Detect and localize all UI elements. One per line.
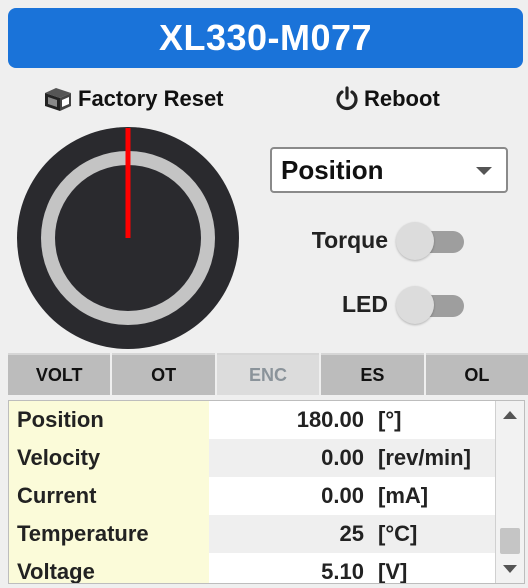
table-row: Current 0.00 [mA] bbox=[9, 477, 524, 515]
device-title: XL330-M077 bbox=[158, 17, 373, 58]
row-name: Velocity bbox=[9, 439, 209, 477]
led-switch-thumb[interactable] bbox=[396, 286, 434, 324]
row-name: Temperature bbox=[9, 515, 209, 553]
torque-toggle-row: Torque bbox=[300, 220, 466, 260]
box-icon bbox=[42, 85, 74, 113]
mode-select[interactable]: Position bbox=[270, 147, 508, 193]
factory-reset-label: Factory Reset bbox=[78, 86, 224, 111]
tab-volt[interactable]: VOLT bbox=[8, 353, 111, 395]
row-name: Position bbox=[9, 401, 209, 439]
row-unit: [rev/min] bbox=[378, 445, 471, 470]
reboot-button[interactable]: Reboot bbox=[334, 84, 440, 114]
tab-enc[interactable]: ENC bbox=[216, 353, 320, 395]
row-unit: [°C] bbox=[378, 521, 418, 546]
row-unit: [V] bbox=[378, 559, 408, 584]
row-unit: [mA] bbox=[378, 483, 429, 508]
arrow-down-icon bbox=[503, 565, 517, 573]
row-name: Voltage bbox=[9, 553, 209, 583]
row-name: Current bbox=[9, 477, 209, 515]
reboot-label: Reboot bbox=[364, 86, 440, 111]
row-value: 0.00 bbox=[321, 483, 364, 508]
table-row: Velocity 0.00 [rev/min] bbox=[9, 439, 524, 477]
table-row: Voltage 5.10 [V] bbox=[9, 553, 524, 584]
table-row: Position 180.00 [°] bbox=[9, 401, 524, 439]
scroll-up-button[interactable] bbox=[496, 403, 524, 427]
scroll-thumb[interactable] bbox=[500, 528, 520, 554]
power-icon bbox=[334, 86, 360, 112]
device-title-bar: XL330-M077 bbox=[8, 8, 523, 68]
led-label: LED bbox=[342, 290, 388, 317]
scroll-down-button[interactable] bbox=[496, 557, 524, 581]
row-value: 0.00 bbox=[321, 445, 364, 470]
status-table[interactable]: Position 180.00 [°] Velocity 0.00 [rev/m… bbox=[8, 400, 525, 584]
chevron-down-icon bbox=[476, 167, 492, 175]
factory-reset-button[interactable]: Factory Reset bbox=[42, 84, 224, 114]
torque-switch[interactable] bbox=[396, 220, 466, 260]
led-switch[interactable] bbox=[396, 284, 466, 324]
tab-ol[interactable]: OL bbox=[425, 353, 528, 395]
table-scrollbar[interactable] bbox=[495, 401, 524, 583]
torque-switch-thumb[interactable] bbox=[396, 222, 434, 260]
tab-es[interactable]: ES bbox=[321, 353, 424, 395]
torque-label: Torque bbox=[311, 226, 388, 253]
row-unit: [°] bbox=[378, 407, 402, 432]
error-tabs: VOLT OT ENC ES OL bbox=[8, 353, 528, 395]
row-value: 25 bbox=[339, 521, 364, 546]
table-row: Temperature 25 [°C] bbox=[9, 515, 524, 553]
row-value: 180.00 bbox=[296, 407, 364, 432]
mode-select-value: Position bbox=[281, 154, 384, 185]
arrow-up-icon bbox=[503, 411, 517, 419]
tab-ot[interactable]: OT bbox=[112, 353, 215, 395]
led-toggle-row: LED bbox=[300, 284, 466, 324]
row-value: 5.10 bbox=[321, 559, 364, 584]
position-dial[interactable] bbox=[17, 127, 239, 349]
